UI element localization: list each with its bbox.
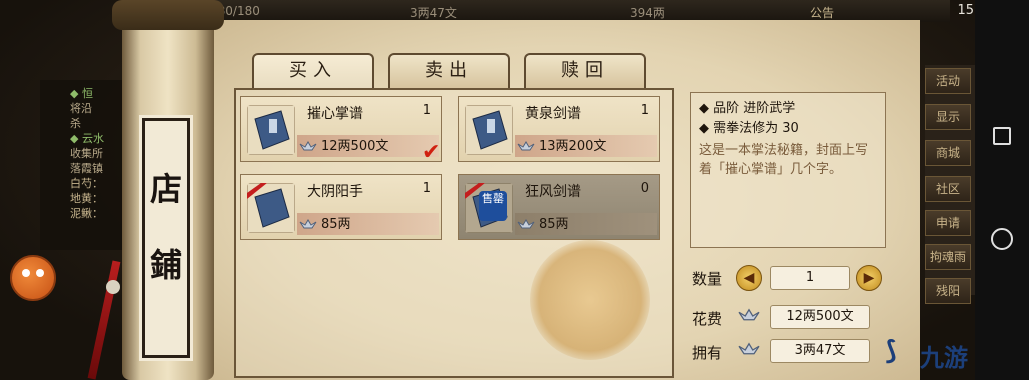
activity-button[interactable]: 活动 bbox=[925, 68, 971, 94]
quantity-label: 数量 bbox=[692, 270, 723, 288]
community-button[interactable]: 社区 bbox=[925, 176, 971, 202]
item-name: 狂风剑谱 bbox=[525, 184, 581, 200]
blue-book-icon bbox=[247, 105, 295, 155]
silver-ingot-icon bbox=[299, 141, 317, 151]
item-quantity: 0 bbox=[640, 181, 649, 196]
price-band bbox=[297, 213, 439, 235]
item-description: 这是一本掌法秘籍，封面上写着「摧心掌谱」几个字。 bbox=[699, 143, 869, 177]
item-quantity: 1 bbox=[640, 103, 649, 118]
item-requirement: ◆ 需拳法修为 30 bbox=[699, 121, 799, 136]
item-price: 13两200文 bbox=[539, 139, 607, 154]
silver-ingot-icon bbox=[299, 219, 317, 229]
item-price: 85两 bbox=[321, 217, 351, 232]
owned-field: 3两47文 bbox=[770, 339, 870, 363]
item-name: 黄泉剑谱 bbox=[525, 106, 581, 122]
shop-sign: 店 鋪 bbox=[142, 118, 190, 358]
pet-assistant-icon[interactable] bbox=[10, 255, 56, 301]
item-grade: ◆ 品阶 进阶武学 bbox=[699, 101, 796, 116]
sold-out-badge: 售罄 bbox=[479, 191, 507, 221]
shop-item[interactable]: 摧心掌谱 1 12两500文 bbox=[240, 96, 442, 162]
silver-ingot-icon bbox=[517, 219, 535, 229]
scroll-tassel bbox=[87, 260, 121, 380]
top-status-bar: 180/180 3两47文 394两 公告 bbox=[190, 0, 950, 22]
shop-item[interactable]: 黄泉剑谱 1 13两200文 bbox=[458, 96, 660, 162]
quantity-field[interactable]: 1 bbox=[770, 266, 850, 290]
nine-game-logo-icon: ⟆ bbox=[885, 336, 897, 366]
pet-eye bbox=[22, 269, 30, 277]
home-icon[interactable] bbox=[991, 228, 1013, 250]
item-quantity: 1 bbox=[422, 103, 431, 118]
selected-check-icon: ✔ bbox=[422, 140, 441, 165]
coin-emblem-watermark bbox=[530, 240, 650, 360]
silver-value: 3两47文 bbox=[410, 6, 457, 20]
shop-sign-char: 店 bbox=[149, 170, 182, 208]
silver-ingot-icon bbox=[738, 308, 760, 321]
tassel-bead bbox=[106, 280, 120, 294]
game-screen: 180/180 3两47文 394两 公告 15:10 ◆ 恒 将沿 杀 ◆ 云… bbox=[0, 0, 1029, 380]
display-button[interactable]: 显示 bbox=[925, 104, 971, 130]
decrease-quantity-button[interactable]: ◀ bbox=[736, 265, 762, 291]
watermark-text: 九游 bbox=[920, 344, 968, 372]
cost-label: 花费 bbox=[692, 310, 723, 328]
silver-ingot-icon bbox=[517, 141, 535, 151]
price-band bbox=[515, 213, 657, 235]
apply-button[interactable]: 申请 bbox=[925, 210, 971, 236]
item-price: 85两 bbox=[539, 217, 569, 232]
item-detail-panel: ◆ 品阶 进阶武学 ◆ 需拳法修为 30 这是一本掌法秘籍，封面上写着「摧心掌谱… bbox=[690, 92, 886, 248]
increase-quantity-button[interactable]: ▶ bbox=[856, 265, 882, 291]
tab-sell[interactable]: 卖出 bbox=[388, 53, 510, 89]
soul-rain-button[interactable]: 拘魂雨 bbox=[925, 244, 971, 270]
item-name: 大阴阳手 bbox=[307, 184, 363, 200]
shop-item-sold-out[interactable]: 售罄 狂风剑谱 0 85两 bbox=[458, 174, 660, 240]
tab-buy[interactable]: 买入 bbox=[252, 53, 374, 89]
shop-sign-char: 鋪 bbox=[149, 246, 182, 284]
blue-book-icon bbox=[465, 105, 513, 155]
item-quantity: 1 bbox=[422, 181, 431, 196]
android-nav-bar bbox=[975, 0, 1029, 380]
recent-apps-icon[interactable] bbox=[993, 127, 1011, 145]
item-name: 摧心掌谱 bbox=[307, 106, 363, 122]
mall-button[interactable]: 商城 bbox=[925, 140, 971, 166]
cost-field: 12两500文 bbox=[770, 305, 870, 329]
sunset-button[interactable]: 残阳 bbox=[925, 278, 971, 304]
tab-redeem[interactable]: 赎回 bbox=[524, 53, 646, 89]
pet-eye bbox=[36, 269, 44, 277]
shop-item[interactable]: 大阴阳手 1 85两 bbox=[240, 174, 442, 240]
red-tag-book-icon bbox=[247, 183, 295, 233]
gold-value: 394两 bbox=[630, 6, 665, 20]
scroll-rod-cap bbox=[112, 0, 224, 30]
item-price: 12两500文 bbox=[321, 139, 389, 154]
notice-label[interactable]: 公告 bbox=[810, 4, 834, 21]
owned-label: 拥有 bbox=[692, 344, 723, 362]
silver-ingot-icon bbox=[738, 342, 760, 355]
